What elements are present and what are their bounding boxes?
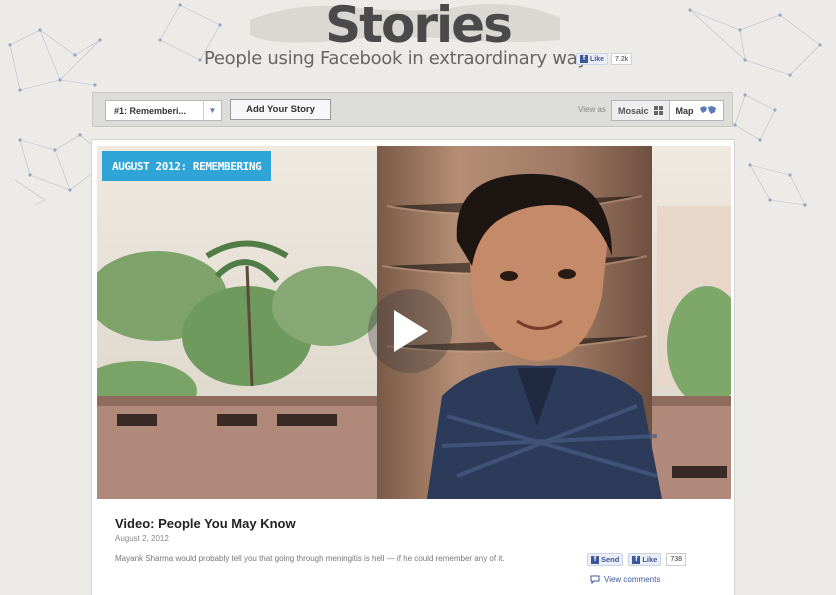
story-date: August 2, 2012 bbox=[115, 534, 169, 543]
page-like-widget: f Like 7.2k bbox=[576, 52, 633, 66]
story-like-count: 738 bbox=[666, 553, 687, 566]
dropdown-arrow-icon[interactable]: ▼ bbox=[203, 101, 221, 120]
mosaic-icon bbox=[653, 106, 663, 115]
view-toggle: Mosaic Map bbox=[611, 100, 724, 121]
view-map-button[interactable]: Map bbox=[668, 101, 723, 120]
play-icon bbox=[394, 310, 428, 352]
facebook-icon: f bbox=[580, 55, 588, 63]
facebook-icon: f bbox=[632, 555, 641, 564]
send-label: Send bbox=[601, 555, 620, 564]
story-like-button[interactable]: f Like bbox=[628, 553, 662, 566]
page-like-button[interactable]: f Like bbox=[576, 53, 609, 65]
story-card: AUGUST 2012: REMEMBERING Video: People Y… bbox=[91, 139, 735, 595]
view-mosaic-label: Mosaic bbox=[618, 105, 649, 116]
play-button[interactable] bbox=[368, 289, 452, 373]
story-selector-value: #1: Rememberi... bbox=[114, 105, 187, 116]
add-story-button[interactable]: Add Your Story bbox=[230, 99, 331, 120]
map-icon bbox=[699, 106, 716, 114]
stories-toolbar: #1: Rememberi... ▼ Add Your Story View a… bbox=[92, 92, 733, 127]
comment-icon bbox=[590, 575, 600, 584]
share-widget: f Send f Like 738 bbox=[587, 553, 687, 566]
site-title: Stories bbox=[325, 0, 513, 54]
story-selector[interactable]: #1: Rememberi... ▼ bbox=[105, 100, 222, 121]
view-as-label: View as bbox=[578, 105, 606, 114]
story-like-label: Like bbox=[642, 555, 658, 564]
site-tagline: People using Facebook in extraordinary w… bbox=[204, 48, 597, 69]
story-title[interactable]: Video: People You May Know bbox=[115, 516, 296, 531]
view-mosaic-button[interactable]: Mosaic bbox=[612, 101, 669, 120]
story-category-banner: AUGUST 2012: REMEMBERING bbox=[102, 151, 272, 181]
view-comments-link[interactable]: View comments bbox=[590, 575, 660, 584]
page-like-label: Like bbox=[590, 55, 605, 63]
view-map-label: Map bbox=[675, 105, 694, 116]
send-button[interactable]: f Send bbox=[587, 553, 624, 566]
page-like-count: 7.2k bbox=[611, 53, 633, 65]
facebook-icon: f bbox=[591, 555, 599, 564]
story-video[interactable]: AUGUST 2012: REMEMBERING bbox=[97, 146, 731, 499]
view-comments-label: View comments bbox=[604, 575, 661, 584]
story-excerpt: Mayank Sharma would probably tell you th… bbox=[115, 554, 505, 563]
